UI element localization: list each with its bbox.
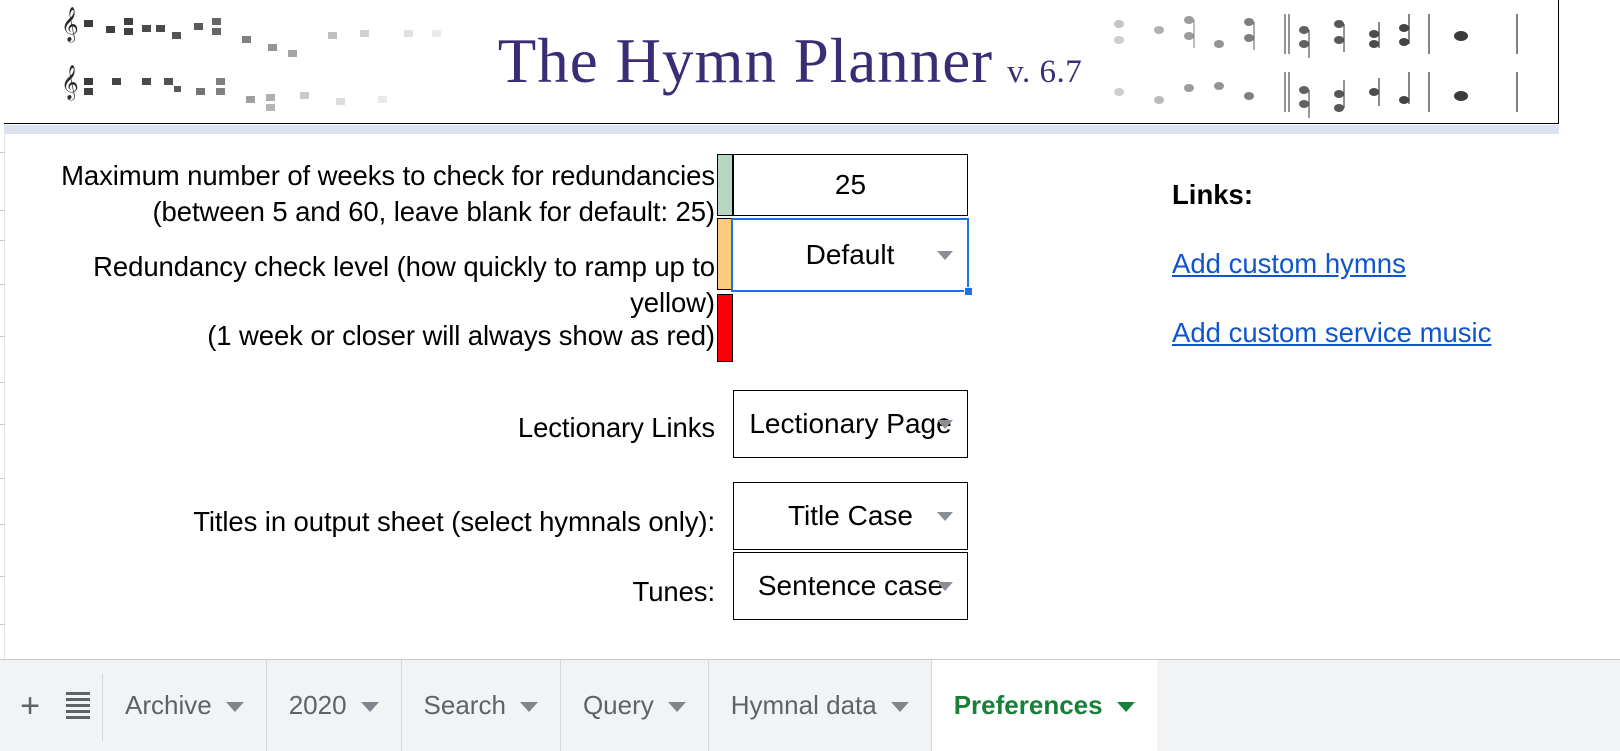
chevron-down-icon[interactable] bbox=[1116, 702, 1135, 712]
frozen-row-divider bbox=[4, 125, 1559, 134]
redundancy-level-value: Default bbox=[805, 239, 895, 270]
label-max-weeks: Maximum number of weeks to check for red… bbox=[61, 160, 715, 228]
selection-fill-handle[interactable] bbox=[964, 287, 973, 296]
sheet-tabs: Archive 2020 Search Query Hymnal data Pr… bbox=[103, 660, 1157, 751]
add-sheet-button[interactable]: + bbox=[6, 660, 54, 751]
label-titles-output: Titles in output sheet (select hymnals o… bbox=[193, 506, 715, 537]
app-title-text: The Hymn Planner bbox=[497, 26, 994, 96]
tabbar-empty-space bbox=[1157, 660, 1620, 751]
sheet-tab-label: Archive bbox=[125, 690, 212, 720]
label-lectionary-links: Lectionary Links bbox=[517, 412, 715, 443]
swatch-red bbox=[717, 294, 733, 362]
titles-case-dropdown[interactable]: Title Case bbox=[733, 482, 968, 550]
spreadsheet-app: 𝄞 𝄞 The Hymn Planner v. 6.7 Maximum numb… bbox=[0, 0, 1620, 751]
sheet-tab-query[interactable]: Query bbox=[561, 660, 709, 751]
titles-case-value: Title Case bbox=[787, 500, 913, 531]
link-add-custom-service-music[interactable]: Add custom service music bbox=[1172, 317, 1491, 349]
sheet-tab-bar: + Archive 2020 Search Query Hymnal data … bbox=[0, 659, 1620, 751]
max-weeks-input[interactable]: 25 bbox=[733, 154, 968, 216]
banner-header: 𝄞 𝄞 The Hymn Planner v. 6.7 bbox=[4, 0, 1559, 124]
link-add-custom-hymns[interactable]: Add custom hymns bbox=[1172, 248, 1406, 280]
sheet-tab-2020[interactable]: 2020 bbox=[267, 660, 402, 751]
lectionary-links-dropdown[interactable]: Lectionary Page bbox=[733, 390, 968, 458]
chevron-down-icon bbox=[937, 511, 953, 521]
sheet-tab-label: Preferences bbox=[953, 690, 1103, 720]
lectionary-links-value: Lectionary Page bbox=[749, 408, 952, 439]
chevron-down-icon[interactable] bbox=[225, 702, 244, 712]
sheet-tab-preferences[interactable]: Preferences bbox=[931, 660, 1157, 751]
chevron-down-icon[interactable] bbox=[667, 702, 686, 712]
sheet-tab-search[interactable]: Search bbox=[402, 660, 561, 751]
label-red-note: (1 week or closer will always show as re… bbox=[207, 320, 715, 351]
sheet-tab-label: Search bbox=[423, 690, 506, 720]
sheet-body: Maximum number of weeks to check for red… bbox=[5, 134, 1620, 659]
banner-title-group: The Hymn Planner v. 6.7 bbox=[4, 0, 1558, 123]
chevron-down-icon[interactable] bbox=[360, 702, 379, 712]
chevron-down-icon bbox=[937, 581, 953, 591]
page-title: The Hymn Planner v. 6.7 bbox=[480, 25, 1083, 98]
sheet-tab-label: Hymnal data bbox=[730, 690, 877, 720]
tunes-case-dropdown[interactable]: Sentence case bbox=[733, 552, 968, 620]
sheet-tab-label: Query bbox=[582, 690, 654, 720]
links-heading: Links: bbox=[1172, 179, 1253, 210]
chevron-down-icon bbox=[937, 419, 953, 429]
chevron-down-icon[interactable] bbox=[519, 702, 538, 712]
chevron-down-icon[interactable] bbox=[890, 702, 909, 712]
chevron-down-icon bbox=[937, 250, 953, 260]
redundancy-level-dropdown[interactable]: Default bbox=[731, 218, 969, 292]
label-redundancy-level: Redundancy check level (how quickly to r… bbox=[93, 251, 715, 319]
label-tunes: Tunes: bbox=[632, 576, 716, 607]
tunes-case-value: Sentence case bbox=[757, 570, 944, 601]
sheet-tab-label: 2020 bbox=[288, 690, 347, 720]
sheet-tab-archive[interactable]: Archive bbox=[103, 660, 267, 751]
all-sheets-button[interactable] bbox=[54, 660, 102, 751]
swatch-green bbox=[717, 154, 733, 216]
sheet-tab-hymnal-data[interactable]: Hymnal data bbox=[709, 660, 932, 751]
hamburger-icon bbox=[66, 692, 90, 719]
app-version-text: v. 6.7 bbox=[1007, 54, 1083, 90]
